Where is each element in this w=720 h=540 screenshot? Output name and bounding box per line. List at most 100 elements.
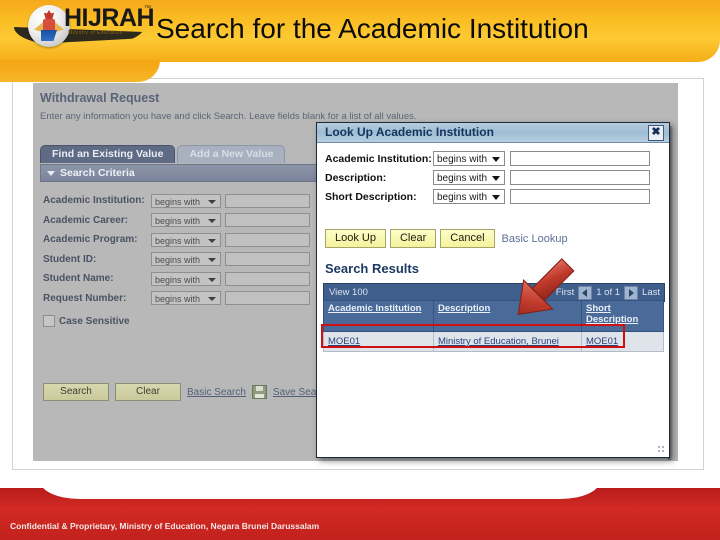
pager-first-link[interactable]: First [556,284,574,301]
field-row-academic-institution: Academic Institution: begins with [43,191,310,211]
label-student-name: Student Name: [43,273,114,285]
field-row-student-id: Student ID: begins with [43,250,310,270]
clear-button[interactable]: Clear [115,383,181,401]
lookup-input-description[interactable] [510,170,650,185]
case-sensitive-row[interactable]: Case Sensitive [43,315,130,327]
column-header-description[interactable]: Description [433,300,582,332]
next-page-icon[interactable] [624,285,639,300]
search-button[interactable]: Search [43,383,109,401]
resize-grip-icon[interactable] [657,445,666,454]
search-criteria-label: Search Criteria [60,167,135,179]
lookup-criteria-form: Academic Institution: begins with Descri… [325,149,650,206]
pager-last-link[interactable]: Last [642,284,660,301]
input-request-number[interactable] [225,291,310,306]
crest-crown [44,10,54,19]
previous-page-icon[interactable] [578,285,593,300]
operator-value: begins with [155,216,201,227]
screenshot-root: Withdrawal Request Enter any information… [0,0,720,540]
cell-short-description: MOE01 [581,331,664,352]
look-up-button[interactable]: Look Up [325,229,386,248]
footer-bar: Confidential & Proprietary, Ministry of … [0,479,720,540]
basic-search-link[interactable]: Basic Search [187,387,246,398]
lookup-operator-academic-institution[interactable]: begins with [433,151,505,166]
lookup-operator-description[interactable]: begins with [433,170,505,185]
operator-value: begins with [155,196,201,207]
logo-trademark: ™ [144,5,151,12]
lookup-academic-institution-dialog: Look Up Academic Institution ✖ Academic … [316,122,670,458]
column-label: Short Description [586,303,639,325]
input-academic-career[interactable] [225,213,310,228]
chevron-down-icon [208,219,216,224]
operator-value: begins with [437,192,488,203]
table-row[interactable]: MOE01 Ministry of Education, Brunei MOE0… [323,331,664,352]
basic-lookup-link[interactable]: Basic Lookup [502,233,568,245]
operator-select-student-name[interactable]: begins with [151,271,221,286]
lookup-label-academic-institution: Academic Institution: [325,152,432,165]
crest-banner [41,30,57,41]
column-header-short-description[interactable]: Short Description [581,300,664,332]
results-pager: First 1 of 1 Last [556,284,660,301]
search-results-heading: Search Results [325,261,419,276]
crest-shape [34,10,64,42]
label-academic-institution: Academic Institution: [43,195,145,207]
operator-value: begins with [437,154,488,165]
cell-description: Ministry of Education, Brunei [433,331,582,352]
input-academic-institution[interactable] [225,193,310,208]
chevron-down-icon [208,199,216,204]
operator-value: begins with [155,235,201,246]
operator-select-academic-career[interactable]: begins with [151,213,221,228]
result-link-short-description[interactable]: MOE01 [586,336,618,347]
input-academic-program[interactable] [225,232,310,247]
lookup-operator-short-description[interactable]: begins with [433,189,505,204]
operator-select-academic-institution[interactable]: begins with [151,193,221,208]
pager-range-label: 1 of 1 [596,287,621,298]
input-student-name[interactable] [225,271,310,286]
lookup-clear-button[interactable]: Clear [389,229,437,248]
search-actions: Search Clear Basic Search Save Search [43,383,330,401]
page-intro-text: Enter any information you have and click… [40,111,417,122]
case-sensitive-checkbox[interactable] [43,315,55,327]
result-link-description[interactable]: Ministry of Education, Brunei [438,336,559,347]
lookup-cancel-button[interactable]: Cancel [440,229,495,248]
lookup-input-academic-institution[interactable] [510,151,650,166]
slide-title: Search for the Academic Institution [156,13,589,44]
operator-select-student-id[interactable]: begins with [151,252,221,267]
chevron-down-icon [492,157,500,162]
view-count-label[interactable]: View 100 [329,284,368,301]
tab-add-new-value[interactable]: Add a New Value [177,145,286,163]
modal-title: Look Up Academic Institution [325,125,494,139]
tab-find-existing-value[interactable]: Find an Existing Value [40,145,176,163]
column-label: Description [438,303,491,314]
operator-select-request-number[interactable]: begins with [151,291,221,306]
logo-tagline: Ministry of Education [68,30,123,36]
logo-wordmark: HIJRAH [64,4,155,32]
result-link-moe01[interactable]: MOE01 [328,336,360,347]
close-icon[interactable]: ✖ [648,125,664,141]
label-academic-career: Academic Career: [43,214,129,226]
lookup-label-short-description: Short Description: [325,190,417,203]
operator-select-academic-program[interactable]: begins with [151,232,221,247]
field-row-request-number: Request Number: begins with [43,289,310,309]
chevron-down-icon [208,238,216,243]
hijrah-logo: HIJRAH ™ Ministry of Education [6,1,156,53]
column-label: Academic Institution [328,303,422,314]
footer-notch-shape [40,479,600,499]
case-sensitive-label: Case Sensitive [59,315,130,327]
collapse-triangle-icon [47,170,55,176]
modal-title-bar: Look Up Academic Institution ✖ [317,123,669,143]
label-academic-program: Academic Program: [43,234,138,246]
operator-value: begins with [155,274,201,285]
lookup-actions: Look Up Clear Cancel Basic Lookup [325,229,568,248]
lookup-input-short-description[interactable] [510,189,650,204]
chevron-down-icon [208,258,216,263]
chevron-down-icon [492,176,500,181]
input-student-id[interactable] [225,252,310,267]
tab-bar: Find an Existing Value Add a New Value [40,145,286,163]
field-row-student-name: Student Name: begins with [43,269,310,289]
chevron-down-icon [208,277,216,282]
label-request-number: Request Number: [43,292,127,304]
column-header-academic-institution[interactable]: Academic Institution [323,300,434,332]
table-header-row: Academic Institution Description Short D… [323,300,664,332]
lookup-row-description: Description: begins with [325,168,650,187]
lookup-label-description: Description: [325,171,387,184]
